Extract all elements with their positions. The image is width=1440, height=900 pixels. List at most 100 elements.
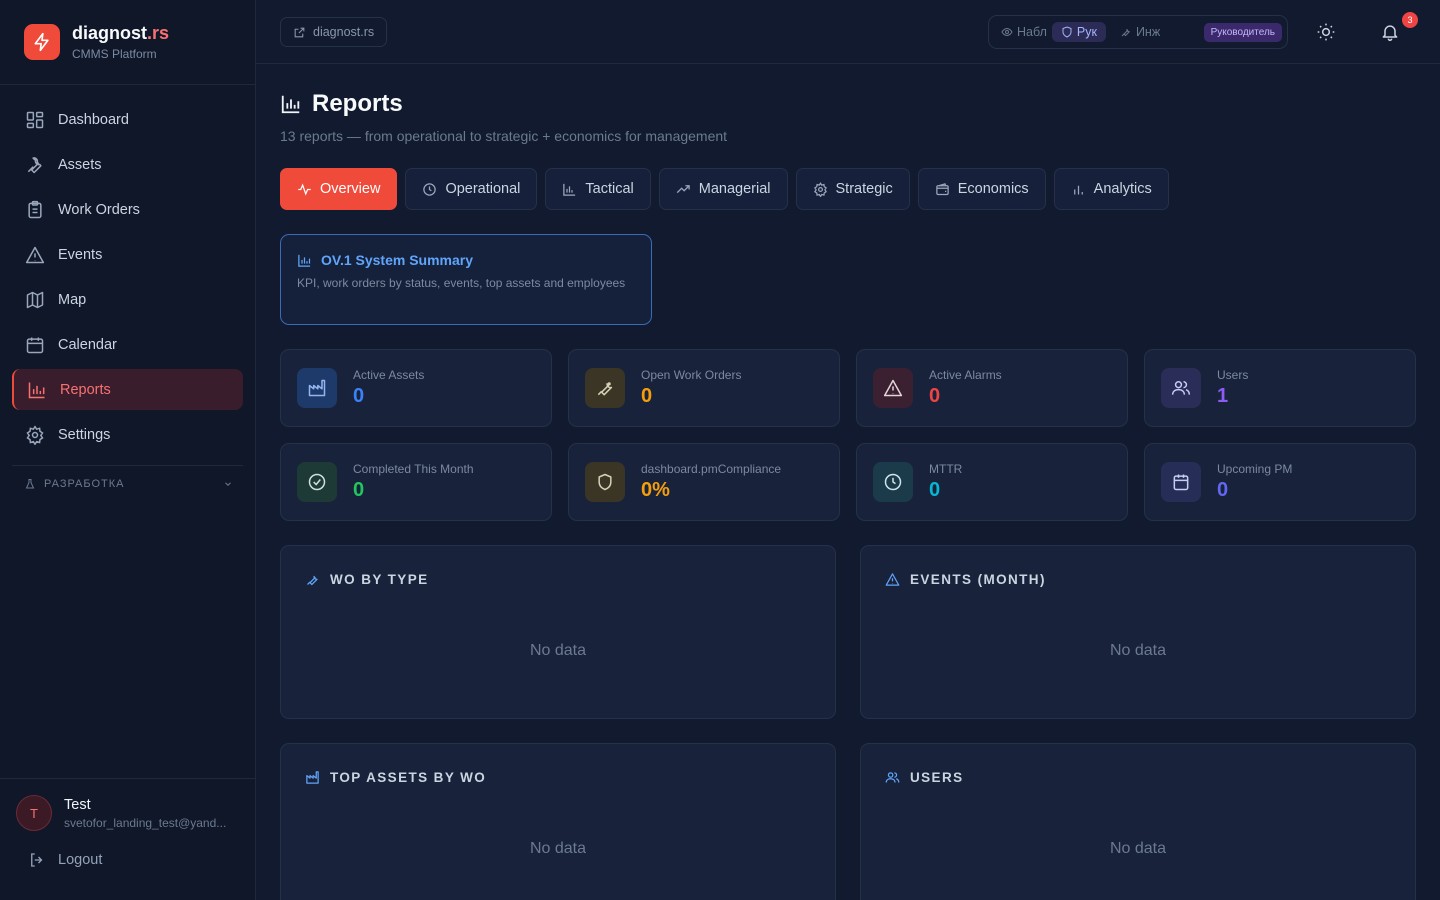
check-circle-icon	[297, 462, 337, 502]
alert-triangle-icon	[885, 572, 900, 587]
wrench-icon	[25, 155, 45, 175]
tab-label: Strategic	[835, 181, 893, 197]
avatar: T	[16, 795, 52, 831]
map-icon	[25, 290, 45, 310]
trending-up-icon	[676, 182, 691, 197]
panel-top-assets: TOP ASSETS BY WO No data	[280, 743, 836, 900]
bell-icon[interactable]	[1380, 22, 1400, 42]
sidebar-item-label: Assets	[58, 156, 102, 173]
sidebar-item-map[interactable]: Map	[12, 279, 243, 320]
kpi-value: 0	[641, 385, 653, 407]
kpi-card: Open Work Orders 0	[568, 349, 840, 427]
bar-chart-icon	[297, 253, 312, 268]
tab-economics[interactable]: Economics	[917, 168, 1046, 210]
user-name: Test	[64, 796, 91, 813]
dev-section-toggle[interactable]: РАЗРАБОТКА	[12, 465, 243, 490]
tab-analytics[interactable]: Analytics	[1053, 168, 1169, 210]
brand-subtitle: CMMS Platform	[72, 47, 157, 61]
user-profile[interactable]: T Test svetofor_landing_test@yand...	[16, 795, 239, 831]
page-title: Reports	[312, 90, 403, 117]
empty-state: No data	[529, 642, 587, 659]
sidebar-item-settings[interactable]: Settings	[12, 414, 243, 455]
sidebar-item-label: Reports	[60, 381, 111, 398]
chevron-down-icon	[223, 479, 233, 489]
tab-managerial[interactable]: Managerial	[658, 168, 788, 210]
main-content: Reports 13 reports — from operational to…	[280, 64, 1416, 900]
kpi-label: Active Alarms	[929, 368, 1002, 382]
sidebar-item-label: Dashboard	[58, 111, 129, 128]
page-subtitle: 13 reports — from operational to strateg…	[280, 128, 728, 144]
section-label: РАЗРАБОТКА	[44, 478, 125, 490]
lightning-logo-icon	[24, 24, 60, 60]
wrench-icon	[1120, 26, 1132, 38]
topbar: diagnost.rs Набл Рук Инж Руководитель 3	[256, 0, 1440, 64]
calendar-icon	[25, 335, 45, 355]
role-manager[interactable]: Рук	[1051, 22, 1106, 42]
kpi-label: Open Work Orders	[641, 368, 742, 382]
kpi-card: Upcoming PM 0	[1144, 443, 1416, 521]
role-engineer[interactable]: Инж	[1120, 25, 1160, 39]
tab-operational[interactable]: Operational	[405, 168, 538, 210]
report-title: OV.1 System Summary	[321, 252, 474, 268]
calendar-icon	[1161, 462, 1201, 502]
kpi-value: 0	[929, 479, 941, 501]
bar-chart-icon	[280, 93, 302, 115]
sidebar-item-label: Map	[58, 291, 87, 308]
panel-title: TOP ASSETS BY WO	[330, 770, 487, 785]
factory-icon	[297, 368, 337, 408]
role-badge: Руководитель	[1203, 22, 1282, 42]
sidebar-item-calendar[interactable]: Calendar	[12, 324, 243, 365]
bar-chart-icon	[562, 182, 577, 197]
clipboard-icon	[25, 200, 45, 220]
logout-button[interactable]: Logout	[16, 851, 239, 869]
sidebar-item-reports[interactable]: Reports	[12, 369, 243, 410]
sidebar-item-label: Calendar	[58, 336, 117, 353]
kpi-card: dashboard.pmCompliance 0%	[568, 443, 840, 521]
notification-count-badge: 3	[1402, 12, 1418, 28]
gear-icon	[25, 424, 45, 445]
panel-title: WO BY TYPE	[330, 572, 429, 587]
shield-icon	[585, 462, 625, 502]
tab-label: Tactical	[585, 181, 634, 197]
kpi-value: 0	[353, 479, 365, 501]
sidebar-item-label: Settings	[58, 426, 111, 443]
kpi-label: MTTR	[929, 462, 963, 476]
kpi-value: 0	[353, 385, 365, 407]
clock-icon	[422, 182, 437, 197]
kpi-card: MTTR 0	[856, 443, 1128, 521]
shield-icon	[1061, 26, 1073, 38]
factory-icon	[305, 770, 320, 785]
sidebar-item-dashboard[interactable]: Dashboard	[12, 99, 243, 140]
user-area: T Test svetofor_landing_test@yand... Log…	[0, 778, 255, 900]
sidebar-item-work-orders[interactable]: Work Orders	[12, 189, 243, 230]
tab-overview[interactable]: Overview	[280, 168, 398, 210]
wrench-icon	[585, 368, 625, 408]
gear-icon	[813, 181, 828, 197]
role-switcher: Набл Рук Инж Руководитель	[988, 15, 1288, 49]
sidebar-item-assets[interactable]: Assets	[12, 144, 243, 185]
report-description: KPI, work orders by status, events, top …	[297, 276, 626, 290]
role-label: Рук	[1076, 25, 1097, 39]
role-observer[interactable]: Набл	[1001, 25, 1047, 39]
activity-icon	[297, 182, 312, 197]
external-link-icon	[293, 26, 306, 39]
empty-state: No data	[529, 840, 587, 857]
kpi-value: 0	[1217, 479, 1229, 501]
report-panels: WO BY TYPE No data EVENTS (MONTH) No dat…	[280, 545, 1416, 900]
kpi-card: Users 1	[1144, 349, 1416, 427]
tab-label: Operational	[445, 181, 521, 197]
report-card-ov1[interactable]: OV.1 System Summary KPI, work orders by …	[280, 234, 652, 325]
tab-label: Managerial	[698, 181, 771, 197]
sidebar-item-events[interactable]: Events	[12, 234, 243, 275]
user-email: svetofor_landing_test@yand...	[64, 815, 227, 830]
brand-name: diagnost.rs	[72, 23, 170, 43]
tab-strategic[interactable]: Strategic	[795, 168, 910, 210]
kpi-card: Active Assets 0	[280, 349, 552, 427]
kpi-label: Upcoming PM	[1217, 462, 1293, 476]
site-link[interactable]: diagnost.rs	[280, 17, 388, 47]
kpi-label: Users	[1217, 368, 1249, 382]
tab-label: Analytics	[1093, 181, 1152, 197]
theme-toggle-sun-icon[interactable]	[1316, 22, 1336, 42]
tab-tactical[interactable]: Tactical	[545, 168, 651, 210]
brand[interactable]: diagnost.rs CMMS Platform	[0, 0, 255, 85]
